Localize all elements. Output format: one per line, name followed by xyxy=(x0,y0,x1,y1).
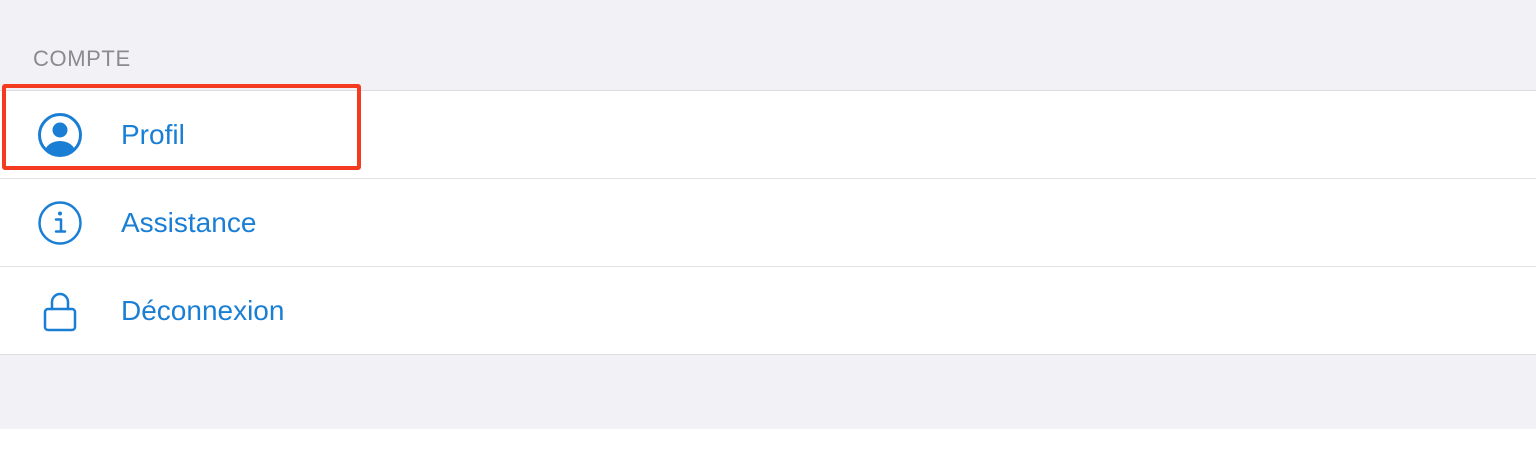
list-item-assistance[interactable]: Assistance xyxy=(0,178,1536,266)
person-circle-icon xyxy=(37,112,83,158)
list-item-label: Profil xyxy=(121,118,185,150)
list-item-deconnexion[interactable]: Déconnexion xyxy=(0,266,1536,354)
settings-panel: COMPTE Profil Assistance Déconnexion xyxy=(0,0,1536,429)
list-item-label: Déconnexion xyxy=(121,294,285,326)
section-header-account: COMPTE xyxy=(33,46,131,71)
info-circle-icon xyxy=(37,200,83,246)
account-list: Profil Assistance Déconnexion xyxy=(0,90,1536,355)
list-item-profil[interactable]: Profil xyxy=(0,91,1536,178)
list-item-label: Assistance xyxy=(121,206,257,238)
lock-icon xyxy=(37,288,83,334)
